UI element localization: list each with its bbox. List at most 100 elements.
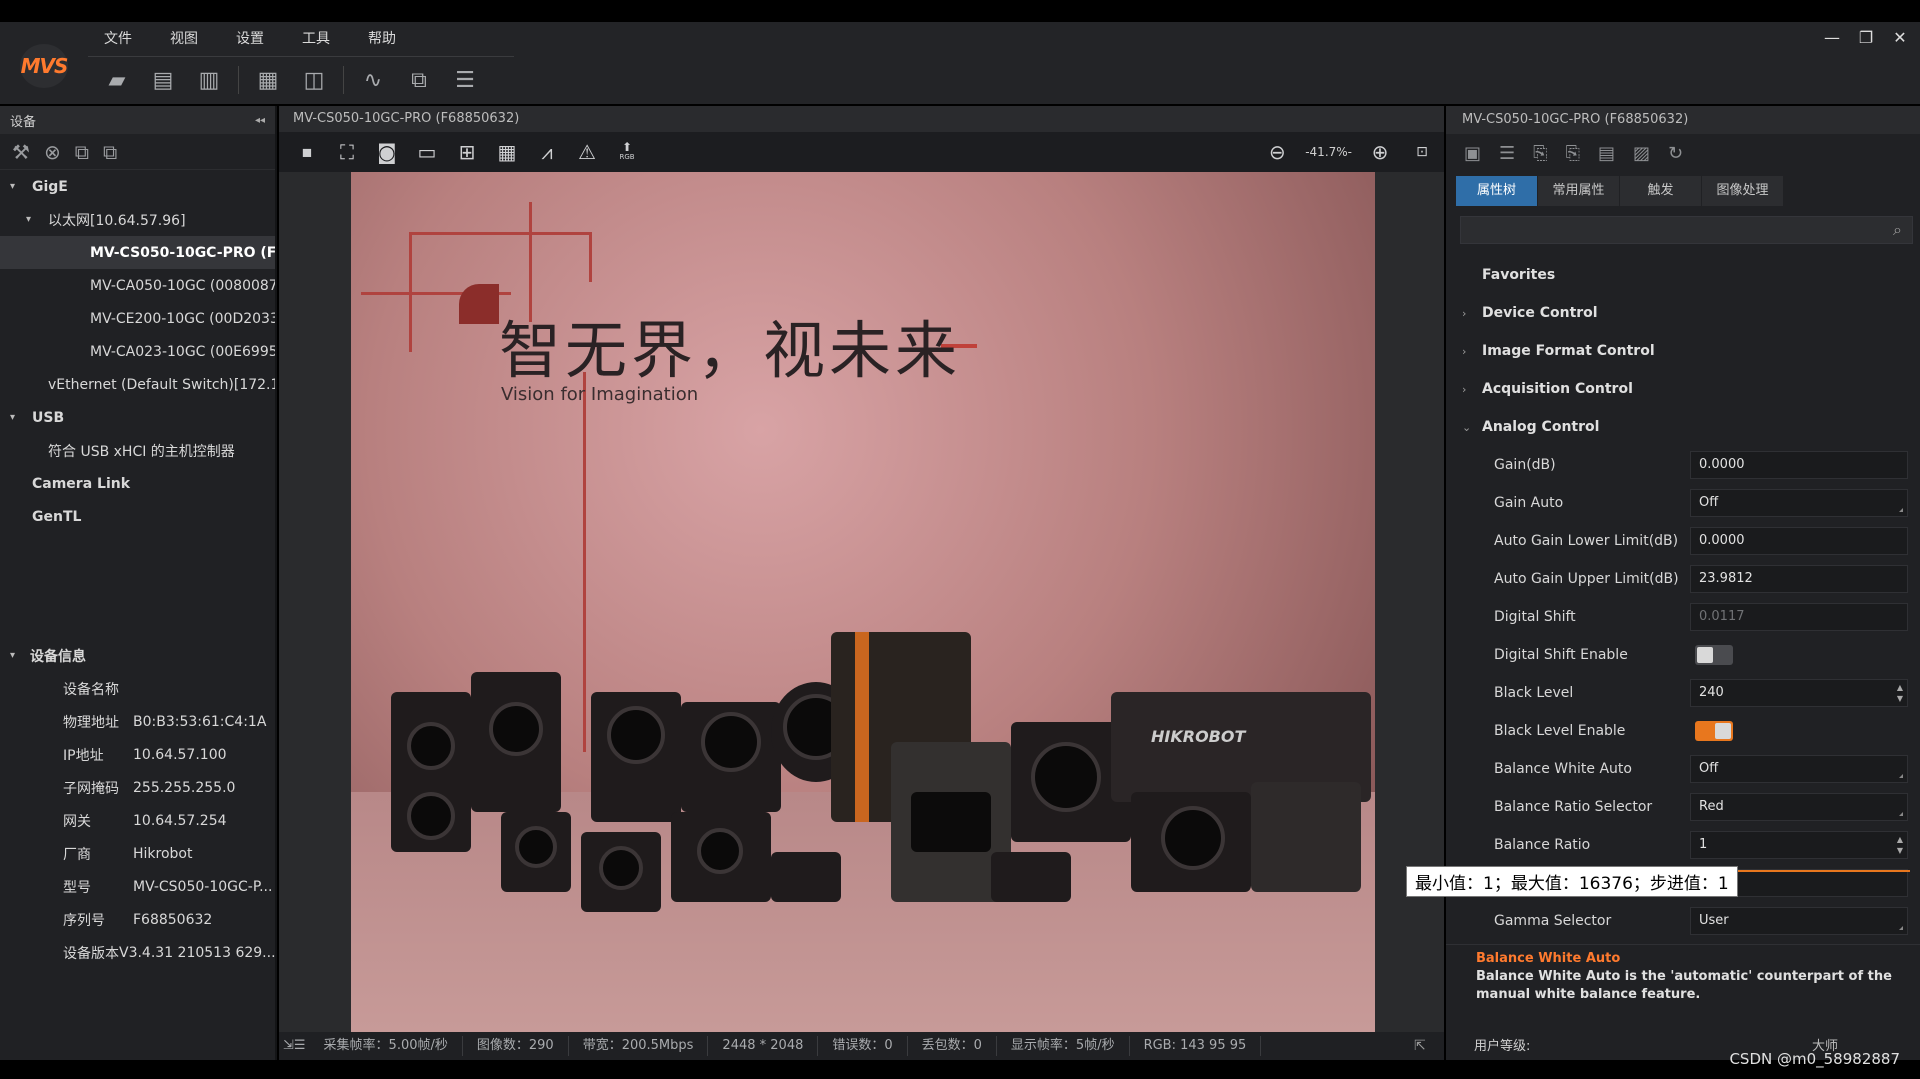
save-icon[interactable]: ▤ (146, 66, 180, 94)
waveform-icon[interactable]: ∿ (356, 66, 390, 94)
copy-icon[interactable]: ⧉ (75, 140, 89, 164)
menu-item[interactable]: 设置 (236, 28, 302, 48)
resize-icon[interactable]: ⇱ (1414, 1038, 1426, 1054)
property-search-input[interactable]: ⌕ (1460, 216, 1913, 244)
expand-caret-icon[interactable]: ▾ (10, 181, 24, 192)
info-value: B0:B3:53:61:C4:1A (133, 713, 267, 730)
tree-item[interactable]: ▾ 以太网[10.64.57.96] (0, 203, 275, 236)
device-info-row: 物理地址 B0:B3:53:61:C4:1A (0, 705, 275, 738)
menu-bar: 文件 视图 设置 工具 帮助 (104, 28, 434, 48)
chevron-right-icon[interactable]: › (1462, 307, 1482, 320)
tree-item[interactable]: 符合 USB xHCI 的主机控制器 (0, 434, 275, 467)
restore-icon[interactable]: ❐ (1856, 28, 1876, 47)
property-row: Digital Shift 0.0117 (1446, 598, 1920, 636)
property-tab[interactable]: 属性树 (1456, 176, 1538, 206)
chevron-right-icon[interactable]: › (1462, 383, 1482, 396)
export-icon[interactable]: ⧉ (402, 66, 436, 94)
auto-ip-icon[interactable]: ⚒ (12, 140, 30, 164)
camera-view-tab[interactable]: MV-CS050-10GC-PRO (F68850632) (279, 106, 1444, 132)
zoom-out-icon[interactable]: ⊖ (1263, 138, 1291, 166)
property-value-field[interactable]: 23.9812 (1690, 565, 1908, 593)
status-item: 图像数：290 (463, 1036, 569, 1056)
fullscreen-icon[interactable]: ◫ (297, 66, 331, 94)
property-toggle[interactable] (1695, 721, 1733, 741)
property-tab[interactable]: 图像处理 (1702, 176, 1784, 206)
property-value-field[interactable]: 1 (1690, 831, 1908, 859)
expand-caret-icon[interactable]: ▾ (26, 214, 40, 225)
zoom-in-icon[interactable]: ⊕ (1366, 138, 1394, 166)
property-value-field[interactable]: 0.0117 (1690, 603, 1908, 631)
info-value: MV-CS050-10GC-P... (133, 878, 273, 895)
expand-caret-icon[interactable]: ▾ (10, 412, 24, 423)
property-value-field[interactable]: 0.0000 (1690, 527, 1908, 555)
status-item: 显示帧率：5帧/秒 (997, 1036, 1130, 1056)
property-category[interactable]: › Acquisition Control (1446, 370, 1920, 408)
camera-settings-icon[interactable]: ▣ (1464, 143, 1481, 164)
minimize-icon[interactable]: — (1822, 28, 1842, 47)
tree-item[interactable]: MV-CA050-10GC (00800876... (0, 269, 275, 302)
split-view-icon[interactable]: ⊞ (453, 138, 481, 166)
property-toggle[interactable] (1695, 645, 1733, 665)
property-tab[interactable]: 常用属性 (1538, 176, 1620, 206)
grid-icon[interactable]: ▦ (493, 138, 521, 166)
refresh-icon[interactable]: ↻ (1668, 143, 1683, 164)
histogram-icon[interactable]: ⩘ (533, 138, 561, 166)
tree-item[interactable]: ▾ GigE (0, 170, 275, 203)
list-view-icon[interactable]: ☰ (1499, 143, 1515, 164)
property-name: Digital Shift (1494, 609, 1576, 625)
search-icon[interactable]: ⌕ (1893, 220, 1902, 240)
file-icon[interactable]: ▤ (1598, 143, 1615, 164)
chevron-right-icon[interactable]: › (1462, 345, 1482, 358)
property-category[interactable]: ⌄ Analog Control (1446, 408, 1920, 446)
tree-item-label: USB (32, 409, 65, 426)
property-category[interactable]: › Image Format Control (1446, 332, 1920, 370)
property-category[interactable]: › Device Control (1446, 294, 1920, 332)
menu-item[interactable]: 文件 (104, 28, 170, 48)
tree-item[interactable]: MV-CA023-10GC (00E69950... (0, 335, 275, 368)
menu-item[interactable]: 视图 (170, 28, 236, 48)
tree-item[interactable]: vEthernet (Default Switch)[172.1... (0, 368, 275, 401)
camera-product (1251, 782, 1361, 892)
status-item: 带宽：200.5Mbps (569, 1036, 709, 1056)
chevron-down-icon[interactable]: ⌄ (1462, 421, 1482, 434)
device-info-row: 设备版本 V3.4.31 210513 629... (0, 936, 276, 969)
tree-item[interactable]: Camera Link (0, 467, 275, 500)
property-category[interactable]: Favorites (1446, 256, 1920, 294)
expand-caret-icon: ▾ (10, 650, 16, 661)
batch-icon[interactable]: ⧉ (103, 140, 117, 164)
property-dropdown[interactable]: Red (1690, 793, 1908, 821)
ip-config-icon[interactable]: ▦ (251, 66, 285, 94)
folder-open-icon[interactable]: ▰ (100, 66, 134, 94)
property-value-field[interactable]: 240 (1690, 679, 1908, 707)
tree-item[interactable]: GenTL (0, 500, 275, 533)
rgb-pixel-icon[interactable]: ⬆ RGB (613, 138, 641, 166)
image-viewer[interactable]: 智无界，视未来 Vision for Imagination HIKROBOT (279, 172, 1444, 1032)
close-icon[interactable]: ✕ (1890, 28, 1910, 47)
save-as-icon[interactable]: ▥ (192, 66, 226, 94)
actual-size-icon[interactable]: ⊡ (1408, 138, 1436, 166)
device-info-header[interactable]: ▾ 设备信息 (0, 639, 275, 672)
snapshot-icon[interactable]: ◙ (373, 138, 401, 166)
save-params-icon[interactable]: ▨ (1633, 143, 1650, 164)
menu-item[interactable]: 帮助 (368, 28, 434, 48)
property-tab[interactable]: 触发 (1620, 176, 1702, 206)
status-item: 2448 * 2048 (708, 1036, 819, 1056)
list-icon[interactable]: ☰ (448, 66, 482, 94)
collapse-icon[interactable]: ◂◂ (255, 115, 265, 126)
tree-item[interactable]: ▾ USB (0, 401, 275, 434)
disconnect-icon[interactable]: ⊗ (44, 140, 61, 164)
stop-grab-icon[interactable]: ⏹ (293, 138, 321, 166)
property-dropdown[interactable]: User (1690, 907, 1908, 935)
import-icon[interactable]: ⎘ (1533, 143, 1547, 164)
export-icon[interactable]: ⎘ (1566, 143, 1580, 164)
property-value-field[interactable]: 0.0000 (1690, 451, 1908, 479)
property-dropdown[interactable]: Off (1690, 489, 1908, 517)
menu-item[interactable]: 工具 (302, 28, 368, 48)
record-icon[interactable]: ▭ (413, 138, 441, 166)
warning-icon[interactable]: ⚠ (573, 138, 601, 166)
tree-item[interactable]: MV-CE200-10GC (00D20333... (0, 302, 275, 335)
tree-item[interactable]: MV-CS050-10GC-PRO (F6... (0, 236, 275, 269)
fit-window-icon[interactable]: ⛶ (333, 138, 361, 166)
property-dropdown[interactable]: Off (1690, 755, 1908, 783)
